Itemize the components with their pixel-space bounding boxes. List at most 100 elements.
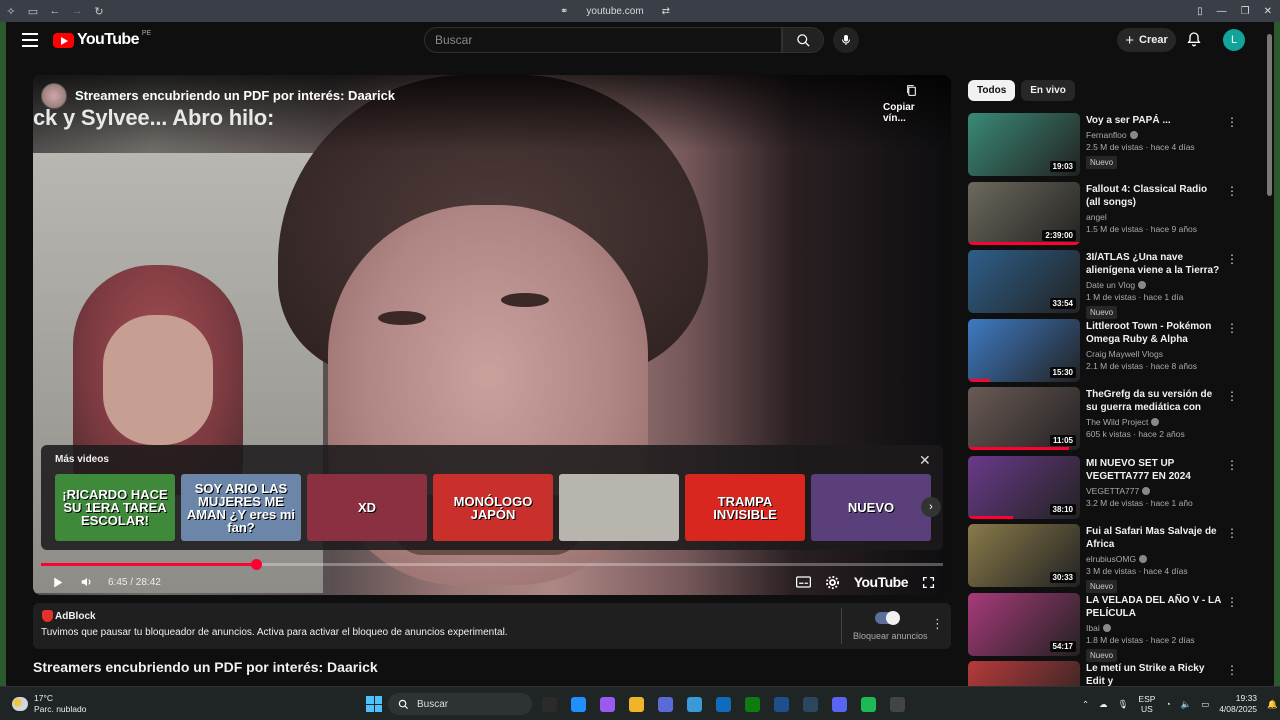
- wifi-icon[interactable]: ◔: [1165, 699, 1170, 709]
- close-window-icon[interactable]: ✕: [1264, 6, 1272, 17]
- taskbar-app-icon[interactable]: [683, 693, 706, 715]
- taskbar-app-icon[interactable]: [567, 693, 590, 715]
- more-actions-icon[interactable]: ⋮: [1226, 389, 1238, 403]
- recommended-video[interactable]: 38:10 MI NUEVO SET UP VEGETTA777 EN 2024 V…: [968, 455, 1250, 525]
- channel-name[interactable]: Craig Maywell Vlogs: [1086, 349, 1163, 359]
- video-title[interactable]: Fallout 4: Classical Radio (all songs): [1086, 183, 1224, 209]
- settings-gear-icon[interactable]: [825, 575, 840, 590]
- channel-name[interactable]: The Wild Project: [1086, 417, 1148, 427]
- progress-bar[interactable]: [41, 559, 943, 570]
- maximize-icon[interactable]: ❐: [1241, 6, 1250, 17]
- play-icon[interactable]: [51, 576, 64, 589]
- channel-name[interactable]: elrubiusOMG: [1086, 554, 1136, 564]
- taskbar-app-icon[interactable]: [654, 693, 677, 715]
- battery-icon[interactable]: ▭: [1201, 699, 1209, 710]
- recommended-video[interactable]: 19:03 Voy a ser PAPÁ ... Fernanfloo 2.5 M d…: [968, 113, 1250, 182]
- channel-name[interactable]: angel: [1086, 212, 1107, 222]
- taskbar-app-icon[interactable]: [857, 693, 880, 715]
- recommended-video[interactable]: 2:39:00 Fallout 4: Classical Radio (all s…: [968, 181, 1250, 251]
- split-view-icon[interactable]: ▯: [1197, 6, 1203, 17]
- close-more-videos-icon[interactable]: ✕: [919, 452, 931, 469]
- youtube-watermark[interactable]: YouTube: [854, 574, 909, 590]
- more-video-thumb[interactable]: XD: [307, 474, 427, 541]
- more-actions-icon[interactable]: ⋮: [1226, 321, 1238, 335]
- recommended-video[interactable]: 30:33 Fui al Safari Mas Salvaje de Africa…: [968, 524, 1250, 593]
- video-title[interactable]: Littleroot Town - Pokémon Omega Ruby & A…: [1086, 320, 1224, 346]
- network-drive-icon[interactable]: ☁: [1099, 699, 1108, 710]
- more-actions-icon[interactable]: ⋮: [1226, 458, 1238, 472]
- more-actions-icon[interactable]: ⋮: [1226, 595, 1238, 609]
- taskbar-app-icon[interactable]: [596, 693, 619, 715]
- taskbar-app-icon[interactable]: [828, 693, 851, 715]
- notification-center-icon[interactable]: 🔔: [1267, 699, 1278, 710]
- taskbar-app-icon[interactable]: [625, 693, 648, 715]
- channel-name[interactable]: Fernanfloo: [1086, 130, 1127, 140]
- menu-icon[interactable]: [22, 33, 38, 47]
- recommended-video[interactable]: 15:30 Littleroot Town - Pokémon Omega Rub…: [968, 318, 1250, 388]
- forward-icon[interactable]: →: [66, 0, 88, 22]
- microphone-tray-icon[interactable]: 🎙: [1118, 699, 1129, 710]
- fullscreen-icon[interactable]: [922, 576, 935, 589]
- chip-1[interactable]: En vivo: [1021, 80, 1075, 101]
- voice-search-button[interactable]: [833, 27, 859, 53]
- tune-icon[interactable]: ⇄: [662, 6, 670, 17]
- minimize-icon[interactable]: —: [1217, 6, 1227, 17]
- page-scrollbar[interactable]: [1267, 34, 1272, 196]
- next-arrow-icon[interactable]: ›: [921, 497, 941, 517]
- more-video-thumb[interactable]: MONÓLOGO JAPÓN: [433, 474, 553, 541]
- recommended-video[interactable]: 54:17 LA VELADA DEL AÑO V - LA PELÍCULA Ib…: [968, 592, 1250, 662]
- search-button[interactable]: [782, 27, 824, 53]
- language-indicator[interactable]: ESP US: [1138, 694, 1155, 714]
- video-title[interactable]: LA VELADA DEL AÑO V - LA PELÍCULA: [1086, 594, 1224, 620]
- more-video-thumb[interactable]: SOY ARIO LAS MUJERES ME AMAN ¿Y eres mi …: [181, 474, 301, 541]
- channel-name[interactable]: VEGETTA777: [1086, 486, 1139, 496]
- taskbar-app-icon[interactable]: [538, 693, 561, 715]
- taskbar-app-icon[interactable]: [712, 693, 735, 715]
- subtitles-icon[interactable]: [795, 576, 811, 588]
- video-thumbnail[interactable]: 33:54: [968, 250, 1080, 313]
- video-player[interactable]: ck y Sylvee... Abro hilo: Streamers encu…: [33, 75, 951, 595]
- video-title[interactable]: MI NUEVO SET UP VEGETTA777 EN 2024: [1086, 457, 1224, 483]
- chip-0[interactable]: Todos: [968, 80, 1016, 101]
- browser-menu-icon[interactable]: ✧: [0, 0, 22, 22]
- clock[interactable]: 19:33 4/08/2025: [1219, 693, 1257, 715]
- video-thumbnail[interactable]: 15:30: [968, 318, 1080, 382]
- sidebar-toggle-icon[interactable]: ▭: [22, 0, 44, 22]
- channel-avatar[interactable]: [41, 83, 67, 109]
- video-thumbnail[interactable]: 11:05: [968, 387, 1080, 450]
- more-actions-icon[interactable]: ⋮: [1226, 526, 1238, 540]
- channel-name[interactable]: Date un Vlog: [1086, 280, 1135, 290]
- volume-icon[interactable]: [80, 575, 94, 589]
- more-actions-icon[interactable]: ⋮: [1226, 184, 1238, 198]
- video-title[interactable]: Le metí un Strike a Ricky Edit y: [1086, 662, 1224, 688]
- speaker-icon[interactable]: 🔈: [1181, 699, 1192, 710]
- video-title[interactable]: Voy a ser PAPÁ ...: [1086, 114, 1224, 127]
- adblock-more-icon[interactable]: ⋮: [931, 616, 944, 632]
- video-title[interactable]: Fui al Safari Mas Salvaje de Africa: [1086, 525, 1224, 551]
- search-input[interactable]: [425, 28, 781, 52]
- weather-widget[interactable]: 17°C Parc. nublado: [12, 693, 86, 715]
- site-info-icon[interactable]: ⚭: [560, 6, 568, 17]
- taskbar-app-icon[interactable]: [770, 693, 793, 715]
- more-video-thumb[interactable]: [559, 474, 679, 541]
- notifications-button[interactable]: [1186, 30, 1202, 53]
- channel-name[interactable]: Ibai: [1086, 623, 1100, 633]
- more-video-thumb[interactable]: NUEVO: [811, 474, 931, 541]
- more-actions-icon[interactable]: ⋮: [1226, 663, 1238, 677]
- taskbar-app-icon[interactable]: [741, 693, 764, 715]
- video-title[interactable]: TheGrefg da su versión de su guerra medi…: [1086, 388, 1224, 414]
- recommended-video[interactable]: 33:54 3I/ATLAS ¿Una nave alienígena viene…: [968, 250, 1250, 319]
- video-thumbnail[interactable]: 54:17: [968, 592, 1080, 656]
- reload-icon[interactable]: ↻: [88, 0, 110, 22]
- block-ads-toggle[interactable]: [875, 611, 900, 625]
- taskbar-app-icon[interactable]: [886, 693, 909, 715]
- video-thumbnail[interactable]: 19:03: [968, 113, 1080, 176]
- more-video-thumb[interactable]: TRAMPA INVISIBLE: [685, 474, 805, 541]
- video-thumbnail[interactable]: 30:33: [968, 524, 1080, 587]
- more-video-thumb[interactable]: ¡RICARDO HACE SU 1ERA TAREA ESCOLAR!: [55, 474, 175, 541]
- windows-start-icon[interactable]: [366, 696, 382, 712]
- copy-link-button[interactable]: Copiar vín...: [883, 83, 939, 124]
- video-thumbnail[interactable]: 2:39:00: [968, 181, 1080, 245]
- player-video-title[interactable]: Streamers encubriendo un PDF por interés…: [75, 88, 395, 103]
- show-hidden-icons[interactable]: ⌃: [1082, 699, 1089, 710]
